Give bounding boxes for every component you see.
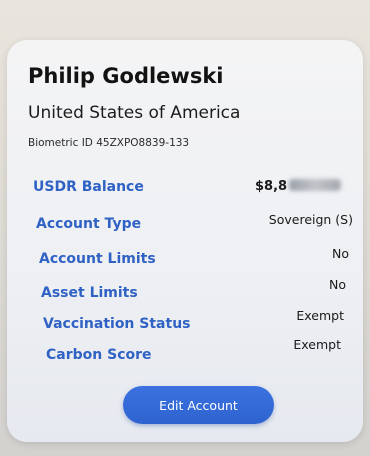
account-holder-name: Philip Godlewski bbox=[28, 64, 224, 88]
usdr-balance-label: USDR Balance bbox=[33, 179, 144, 195]
account-card: Philip Godlewski United States of Americ… bbox=[7, 40, 363, 442]
usdr-balance-value: $8,8 bbox=[255, 179, 342, 194]
account-country: United States of America bbox=[28, 103, 241, 123]
usdr-balance-amount: $8,8 bbox=[255, 179, 288, 194]
asset-limits-label: Asset Limits bbox=[41, 285, 138, 301]
asset-limits-value: No bbox=[329, 277, 346, 292]
vaccination-status-label: Vaccination Status bbox=[43, 316, 191, 332]
edit-account-button[interactable]: Edit Account bbox=[123, 386, 274, 424]
account-type-value: Sovereign (S) bbox=[268, 212, 353, 227]
redacted-balance-blur bbox=[289, 179, 342, 191]
biometric-id: Biometric ID 45ZXPO8839-133 bbox=[28, 137, 190, 149]
account-type-label: Account Type bbox=[36, 216, 142, 232]
account-limits-value: No bbox=[332, 246, 349, 261]
carbon-score-value: Exempt bbox=[293, 337, 341, 352]
vaccination-status-value: Exempt bbox=[296, 308, 344, 323]
carbon-score-label: Carbon Score bbox=[46, 347, 152, 363]
account-limits-label: Account Limits bbox=[39, 251, 156, 267]
screen: { "account": { "name": "Philip Godlewski… bbox=[0, 0, 370, 456]
